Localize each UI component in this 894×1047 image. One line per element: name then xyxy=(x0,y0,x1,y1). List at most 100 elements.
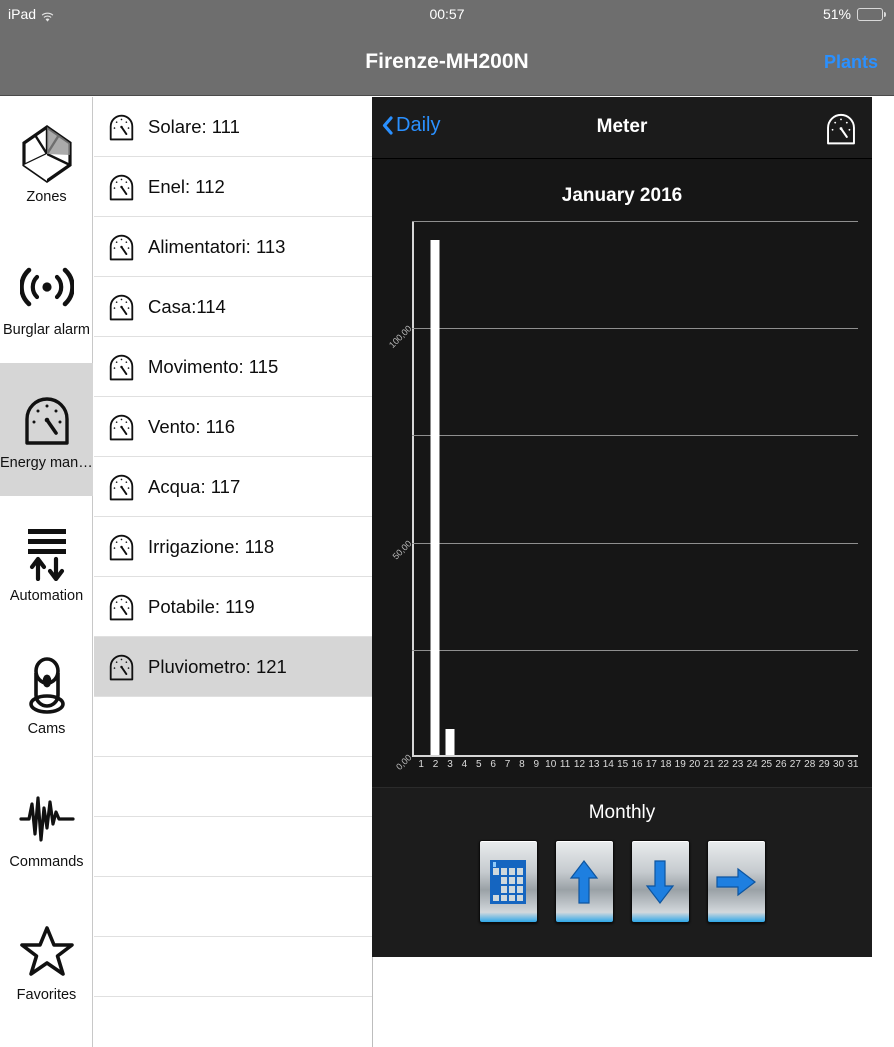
chart-x-tick-label: 30 xyxy=(832,759,845,770)
sidebar-item-energy-management[interactable]: Energy mana... xyxy=(0,363,93,496)
meter-icon xyxy=(108,532,135,562)
list-item[interactable]: Movimento: 115 xyxy=(94,337,372,397)
chart-x-tick-label: 18 xyxy=(660,759,672,770)
chart-x-tick-label: 6 xyxy=(490,759,496,770)
chart-x-tick-label: 24 xyxy=(746,759,758,770)
sidebar: Zones Burglar alarm Energy mana... Autom… xyxy=(0,97,93,1047)
status-bar-clock: 00:57 xyxy=(429,6,465,22)
meter-list: Solare: 111 Enel: 112 Alimentatori: 113 … xyxy=(94,97,373,1047)
chart-x-tick-label: 2 xyxy=(432,759,439,770)
chart-bar-slot xyxy=(787,221,801,755)
chart-x-tick-label: 27 xyxy=(789,759,801,770)
list-item-empty xyxy=(94,937,372,997)
chart-bar-slot xyxy=(428,221,442,755)
chart-bar-slot xyxy=(471,221,485,755)
chart-x-tick-label: 19 xyxy=(674,759,686,770)
sidebar-item-label: Favorites xyxy=(16,986,77,1003)
list-item-empty xyxy=(94,697,372,757)
chart-x-tick-label: 16 xyxy=(631,759,643,770)
sidebar-item-label: Energy mana... xyxy=(0,454,93,471)
sidebar-item-cams[interactable]: Cams xyxy=(0,629,93,762)
chart-bar xyxy=(445,729,455,755)
meter-icon xyxy=(108,232,135,262)
sidebar-item-label: Automation xyxy=(9,587,84,604)
status-bar: iPad 00:57 51% xyxy=(0,0,894,28)
chart-bar-slot xyxy=(701,221,715,755)
list-item[interactable]: Irrigazione: 118 xyxy=(94,517,372,577)
list-item[interactable]: Casa:114 xyxy=(94,277,372,337)
chart-y-tick-label: 0,00 xyxy=(394,752,414,772)
chart-x-tick-label: 25 xyxy=(761,759,773,770)
sidebar-item-label: Zones xyxy=(26,188,67,205)
list-item-label: Movimento: 115 xyxy=(148,355,279,377)
chart-x-tick-label: 14 xyxy=(602,759,614,770)
battery-percent-label: 51% xyxy=(822,6,851,22)
list-item[interactable]: Solare: 111 xyxy=(94,97,372,157)
chart-x-tick-label: 11 xyxy=(559,759,571,770)
list-item-empty xyxy=(94,817,372,877)
sidebar-item-commands[interactable]: Commands xyxy=(0,762,93,895)
chart-x-tick-label: 9 xyxy=(533,759,540,770)
sidebar-item-automation[interactable]: Automation xyxy=(0,496,93,629)
calendar-button[interactable] xyxy=(478,840,538,923)
meter-icon xyxy=(108,112,135,142)
list-item[interactable]: Alimentatori: 113 xyxy=(94,217,372,277)
chart-control-buttons xyxy=(372,824,872,923)
chart-x-tick-label: 12 xyxy=(573,759,586,770)
sidebar-item-favorites[interactable]: Favorites xyxy=(0,895,93,1028)
chart-bar-slot xyxy=(500,221,514,755)
detail-nav-bar: Daily Meter xyxy=(372,97,872,159)
arrow-down-icon xyxy=(643,858,677,906)
chart-x-tick-label: 5 xyxy=(475,759,482,770)
next-button[interactable] xyxy=(630,840,690,923)
list-item[interactable]: Pluviometro: 121 xyxy=(94,637,372,697)
meter-icon xyxy=(108,292,135,322)
zones-icon xyxy=(19,123,75,185)
list-item[interactable]: Vento: 116 xyxy=(94,397,372,457)
list-item-label: Pluviometro: 121 xyxy=(148,655,287,677)
chart-x-tick-label: 1 xyxy=(418,759,424,770)
detail-title: Meter xyxy=(596,116,648,137)
list-item-label: Irrigazione: 118 xyxy=(148,535,275,557)
chart-bar-slot xyxy=(686,221,700,755)
chart-x-tick-label: 20 xyxy=(689,759,701,770)
arrow-right-icon xyxy=(714,863,758,901)
chart-bar-slot xyxy=(830,221,844,755)
chart-bar-slot xyxy=(543,221,557,755)
chart-y-tick-label: 50,00 xyxy=(390,538,414,562)
battery-icon xyxy=(857,7,886,21)
chart-title: January 2016 xyxy=(561,185,683,206)
meter-icon[interactable] xyxy=(824,111,858,151)
cams-icon xyxy=(19,655,75,717)
previous-button[interactable] xyxy=(554,840,614,923)
chart-x-tick-label: 22 xyxy=(717,759,729,770)
chart-bar-slot xyxy=(758,221,772,755)
burglar-alarm-icon xyxy=(19,256,75,318)
forward-button[interactable] xyxy=(706,840,766,923)
chart-x-tick-label: 4 xyxy=(461,759,468,770)
chart: January 2016 0,00 50,00 100,00 1 2 3 4 5 6 7 8 9 10… xyxy=(372,159,872,772)
chart-bar-slot xyxy=(414,221,428,755)
chart-x-tick-label: 7 xyxy=(504,759,511,770)
sidebar-item-burglar-alarm[interactable]: Burglar alarm xyxy=(0,230,93,363)
chart-bar-slot xyxy=(514,221,528,755)
chart-x-tick-label: 8 xyxy=(519,759,525,770)
list-item[interactable]: Potabile: 119 xyxy=(94,577,372,637)
meter-icon xyxy=(108,592,135,622)
plants-button[interactable]: Plants xyxy=(824,52,878,73)
chart-x-tick-label: 31 xyxy=(847,759,859,770)
chart-bar-slot xyxy=(672,221,686,755)
chart-bar xyxy=(430,240,440,755)
chart-bar-slot xyxy=(715,221,729,755)
chart-footer: Monthly xyxy=(372,787,872,957)
chart-bar-slot xyxy=(600,221,614,755)
sidebar-item-zones[interactable]: Zones xyxy=(0,97,93,230)
chart-bar-slot xyxy=(529,221,543,755)
list-item-label: Enel: 112 xyxy=(148,175,225,197)
list-item[interactable]: Acqua: 117 xyxy=(94,457,372,517)
list-item[interactable]: Enel: 112 xyxy=(94,157,372,217)
content-area: Zones Burglar alarm Energy mana... Autom… xyxy=(0,97,894,1047)
chart-x-tick-label: 10 xyxy=(545,759,557,770)
chart-bar-slot xyxy=(815,221,829,755)
status-bar-right: 51% xyxy=(823,6,886,22)
